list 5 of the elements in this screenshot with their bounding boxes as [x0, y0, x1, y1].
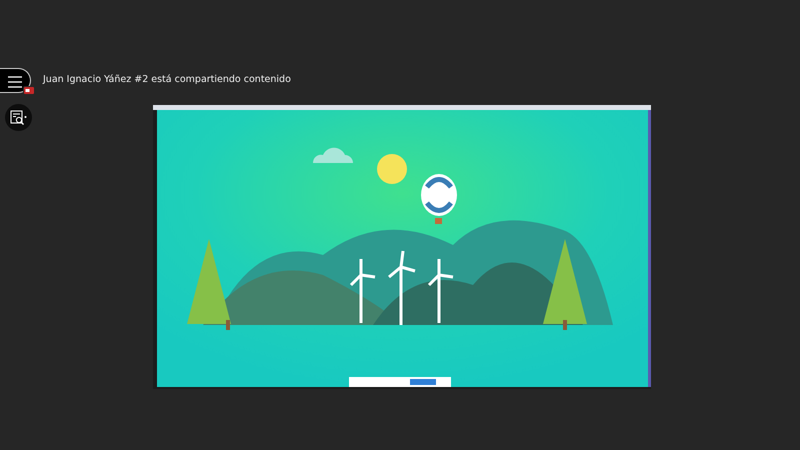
sharing-banner-text: Juan Ignacio Yáñez #2 está compartiendo contenido [43, 73, 291, 88]
camera-icon [23, 86, 35, 95]
menu-icon [7, 76, 23, 88]
document-search-icon [10, 110, 27, 126]
zoom-view-button[interactable] [5, 104, 32, 131]
